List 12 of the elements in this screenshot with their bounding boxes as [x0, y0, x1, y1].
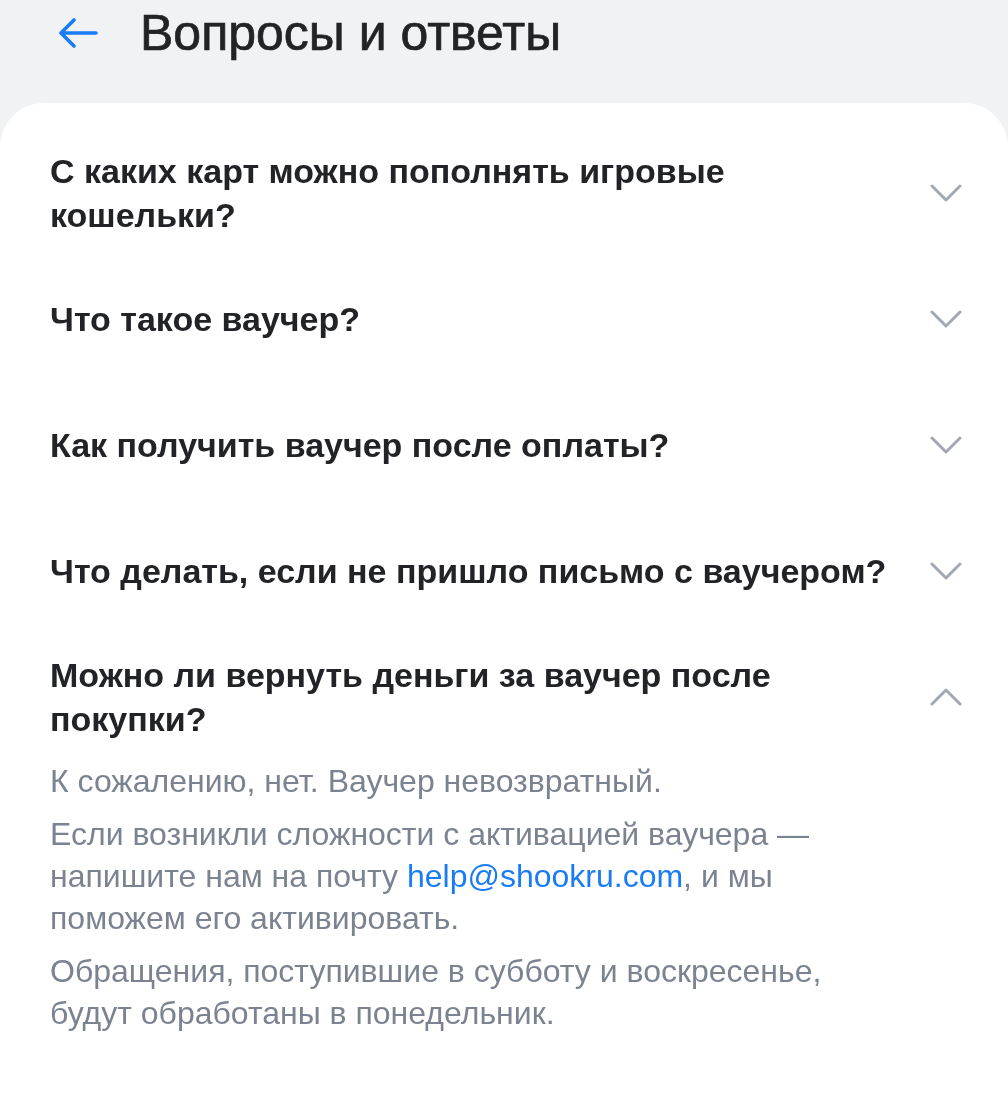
faq-question[interactable]: Что делать, если не пришло письмо с ваучером?	[0, 508, 1008, 634]
page-title: Вопросы и ответы	[140, 4, 562, 63]
faq-question[interactable]: С каких карт можно пополнять игровые кошельки?	[0, 130, 1008, 256]
faq-question[interactable]: Можно ли вернуть деньги за ваучер после покупки?	[0, 634, 1008, 760]
answer-paragraph: Если возникли сложности с активацией ваучера — напишите нам на почту help@shookru.com, и мы поможем его активировать.	[50, 815, 811, 938]
answer-paragraph: Обращения, поступившие в субботу и воскресенье, будут обработаны в понедельник.	[50, 952, 823, 1033]
faq-question[interactable]: Как получить ваучер после оплаты?	[0, 382, 1008, 508]
answer-paragraph: К сожалению, нет. Ваучер невозвратный.	[50, 762, 663, 801]
faq-question[interactable]: Что такое ваучер?	[0, 256, 1008, 382]
email-link[interactable]: help@shookru.com	[406, 858, 684, 894]
back-arrow-icon	[58, 18, 98, 48]
back-button[interactable]	[56, 16, 100, 50]
